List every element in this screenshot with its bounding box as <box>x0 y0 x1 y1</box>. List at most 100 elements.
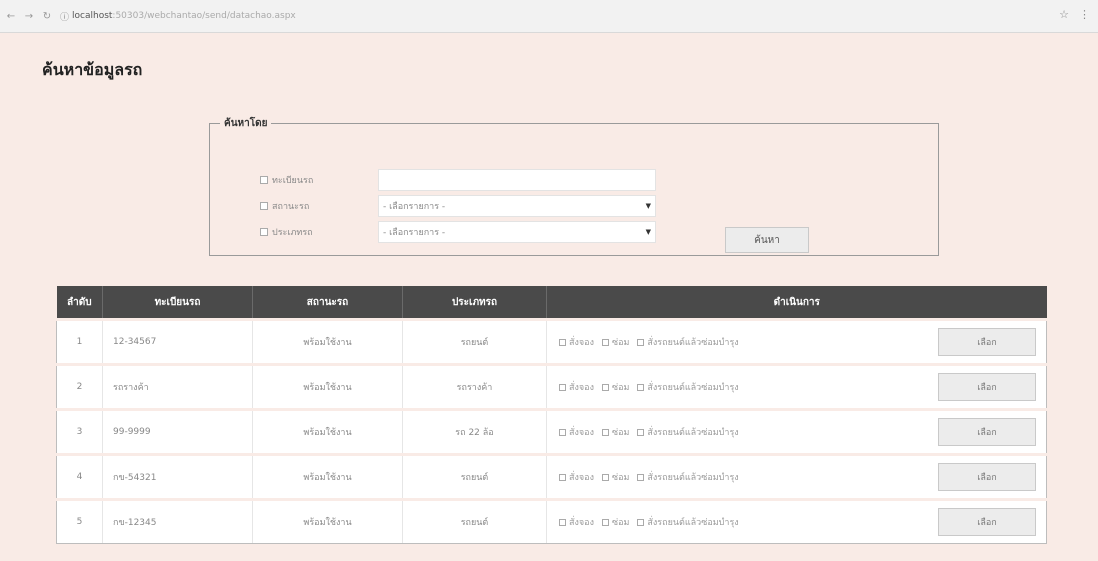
row-status: พร้อมใช้งาน <box>252 408 403 455</box>
row-actions: สั่งจอง ซ่อม สั่งรถยนต์แล้วซ่อมบำรุง เลื… <box>546 498 1047 544</box>
menu-icon[interactable]: ⋮ <box>1079 8 1090 21</box>
dropdown-arrow-icon: ▼ <box>645 228 651 236</box>
type-select-value: - เลือกรายการ - <box>383 228 446 238</box>
plate-checkbox[interactable] <box>260 176 268 184</box>
status-select[interactable]: - เลือกรายการ - ▼ <box>378 195 656 217</box>
option-maintenance[interactable]: สั่งรถยนต์แล้วซ่อมบำรุง <box>637 425 739 439</box>
maintenance-checkbox[interactable] <box>637 338 645 346</box>
option-label: สั่งรถยนต์แล้วซ่อมบำรุง <box>647 518 739 528</box>
reserve-checkbox[interactable] <box>559 473 566 481</box>
option-label: สั่งจอง <box>569 473 594 483</box>
repair-checkbox[interactable] <box>601 428 609 436</box>
select-button[interactable]: เลือก <box>938 373 1036 401</box>
row-no: 1 <box>56 318 103 365</box>
reserve-checkbox[interactable] <box>559 428 566 436</box>
select-button[interactable]: เลือก <box>938 418 1036 446</box>
type-checkbox[interactable] <box>260 228 268 236</box>
maintenance-checkbox[interactable] <box>637 518 645 526</box>
back-icon[interactable]: ← <box>4 11 18 22</box>
option-reserve[interactable]: สั่งจอง <box>559 515 594 529</box>
option-label: สั่งจอง <box>569 428 594 438</box>
row-status: พร้อมใช้งาน <box>252 453 403 500</box>
select-button[interactable]: เลือก <box>938 463 1036 491</box>
select-button[interactable]: เลือก <box>938 328 1036 356</box>
row-type: รถ 22 ล้อ <box>402 408 547 455</box>
option-maintenance[interactable]: สั่งรถยนต์แล้วซ่อมบำรุง <box>637 470 739 484</box>
header-plate: ทะเบียนรถ <box>102 286 253 320</box>
search-row-plate: ทะเบียนรถ <box>260 169 656 191</box>
row-type: รถยนต์ <box>402 453 547 500</box>
bookmark-star-icon[interactable]: ☆ <box>1059 8 1069 21</box>
option-label: ซ่อม <box>611 473 630 483</box>
row-actions: สั่งจอง ซ่อม สั่งรถยนต์แล้วซ่อมบำรุง เลื… <box>546 318 1047 365</box>
option-maintenance[interactable]: สั่งรถยนต์แล้วซ่อมบำรุง <box>637 335 739 349</box>
maintenance-checkbox[interactable] <box>637 383 645 391</box>
option-label: สั่งจอง <box>569 518 594 528</box>
option-repair[interactable]: ซ่อม <box>601 335 630 349</box>
option-maintenance[interactable]: สั่งรถยนต์แล้วซ่อมบำรุง <box>637 380 739 394</box>
option-reserve[interactable]: สั่งจอง <box>559 335 594 349</box>
row-type: รถยนต์ <box>402 498 547 544</box>
plate-input[interactable] <box>378 169 656 191</box>
status-label: สถานะรถ <box>272 202 310 212</box>
option-label: ซ่อม <box>611 428 630 438</box>
option-repair[interactable]: ซ่อม <box>601 470 630 484</box>
option-label: สั่งรถยนต์แล้วซ่อมบำรุง <box>647 428 739 438</box>
option-label: สั่งรถยนต์แล้วซ่อมบำรุง <box>647 473 739 483</box>
maintenance-checkbox[interactable] <box>637 473 645 481</box>
option-reserve[interactable]: สั่งจอง <box>559 470 594 484</box>
table-row: 4 กข-54321 พร้อมใช้งาน รถยนต์ สั่งจอง ซ่… <box>56 453 1047 500</box>
option-label: ซ่อม <box>611 518 630 528</box>
address-bar[interactable]: ⓘ localhost :50303/webchantao/send/datac… <box>60 10 296 23</box>
row-type: รถรางค้า <box>402 363 547 410</box>
search-row-status: สถานะรถ - เลือกรายการ - ▼ <box>260 195 656 217</box>
row-actions: สั่งจอง ซ่อม สั่งรถยนต์แล้วซ่อมบำรุง เลื… <box>546 408 1047 455</box>
option-label: สั่งรถยนต์แล้วซ่อมบำรุง <box>647 338 739 348</box>
row-plate: กข-12345 <box>102 498 253 544</box>
option-reserve[interactable]: สั่งจอง <box>559 425 594 439</box>
option-repair[interactable]: ซ่อม <box>601 380 629 394</box>
status-checkbox[interactable] <box>260 202 268 210</box>
maintenance-checkbox[interactable] <box>637 428 645 436</box>
row-status: พร้อมใช้งาน <box>252 363 403 410</box>
row-status: พร้อมใช้งาน <box>252 318 403 365</box>
url-domain: localhost <box>72 11 113 21</box>
row-actions: สั่งจอง ซ่อม สั่งรถยนต์แล้วซ่อมบำรุง เลื… <box>546 453 1047 500</box>
repair-checkbox[interactable] <box>601 518 609 526</box>
table-row: 3 99-9999 พร้อมใช้งาน รถ 22 ล้อ สั่งจอง … <box>56 408 1047 455</box>
option-repair[interactable]: ซ่อม <box>601 425 630 439</box>
url-path: :50303/webchantao/send/datachao.aspx <box>112 11 296 21</box>
repair-checkbox[interactable] <box>601 383 609 391</box>
results-table: ลำดับ ทะเบียนรถ สถานะรถ ประเภทรถ ดำเนินก… <box>56 286 1047 544</box>
type-select[interactable]: - เลือกรายการ - ▼ <box>378 221 656 243</box>
reserve-checkbox[interactable] <box>559 383 566 391</box>
row-no: 5 <box>56 498 103 544</box>
search-fieldset: ค้นหาโดย ทะเบียนรถ สถานะรถ - เลือกรายการ… <box>209 116 939 256</box>
repair-checkbox[interactable] <box>601 473 609 481</box>
reserve-checkbox[interactable] <box>559 338 566 346</box>
row-status: พร้อมใช้งาน <box>252 498 403 544</box>
option-label: ซ่อม <box>611 338 630 348</box>
table-row: 5 กข-12345 พร้อมใช้งาน รถยนต์ สั่งจอง ซ่… <box>56 498 1047 544</box>
header-type: ประเภทรถ <box>402 286 547 320</box>
plate-label: ทะเบียนรถ <box>272 176 314 186</box>
select-button[interactable]: เลือก <box>938 508 1036 536</box>
browser-toolbar: ← → ↻ ⓘ localhost :50303/webchantao/send… <box>0 0 1098 33</box>
option-label: สั่งจอง <box>569 383 594 393</box>
table-row: 2 รถรางค้า พร้อมใช้งาน รถรางค้า สั่งจอง … <box>56 363 1047 410</box>
option-label: สั่งรถยนต์แล้วซ่อมบำรุง <box>647 383 739 393</box>
option-maintenance[interactable]: สั่งรถยนต์แล้วซ่อมบำรุง <box>637 515 739 529</box>
option-reserve[interactable]: สั่งจอง <box>559 380 594 394</box>
row-plate: รถรางค้า <box>102 363 253 410</box>
reload-icon[interactable]: ↻ <box>40 11 54 22</box>
option-label: สั่งจอง <box>569 338 594 348</box>
repair-checkbox[interactable] <box>601 338 609 346</box>
search-legend: ค้นหาโดย <box>224 118 268 129</box>
table-row: 1 12-34567 พร้อมใช้งาน รถยนต์ สั่งจอง ซ่… <box>56 318 1047 365</box>
forward-icon[interactable]: → <box>22 11 36 22</box>
option-repair[interactable]: ซ่อม <box>601 515 630 529</box>
dropdown-arrow-icon: ▼ <box>645 202 651 210</box>
header-action: ดำเนินการ <box>546 286 1047 320</box>
search-button[interactable]: ค้นหา <box>725 227 809 253</box>
reserve-checkbox[interactable] <box>559 518 566 526</box>
